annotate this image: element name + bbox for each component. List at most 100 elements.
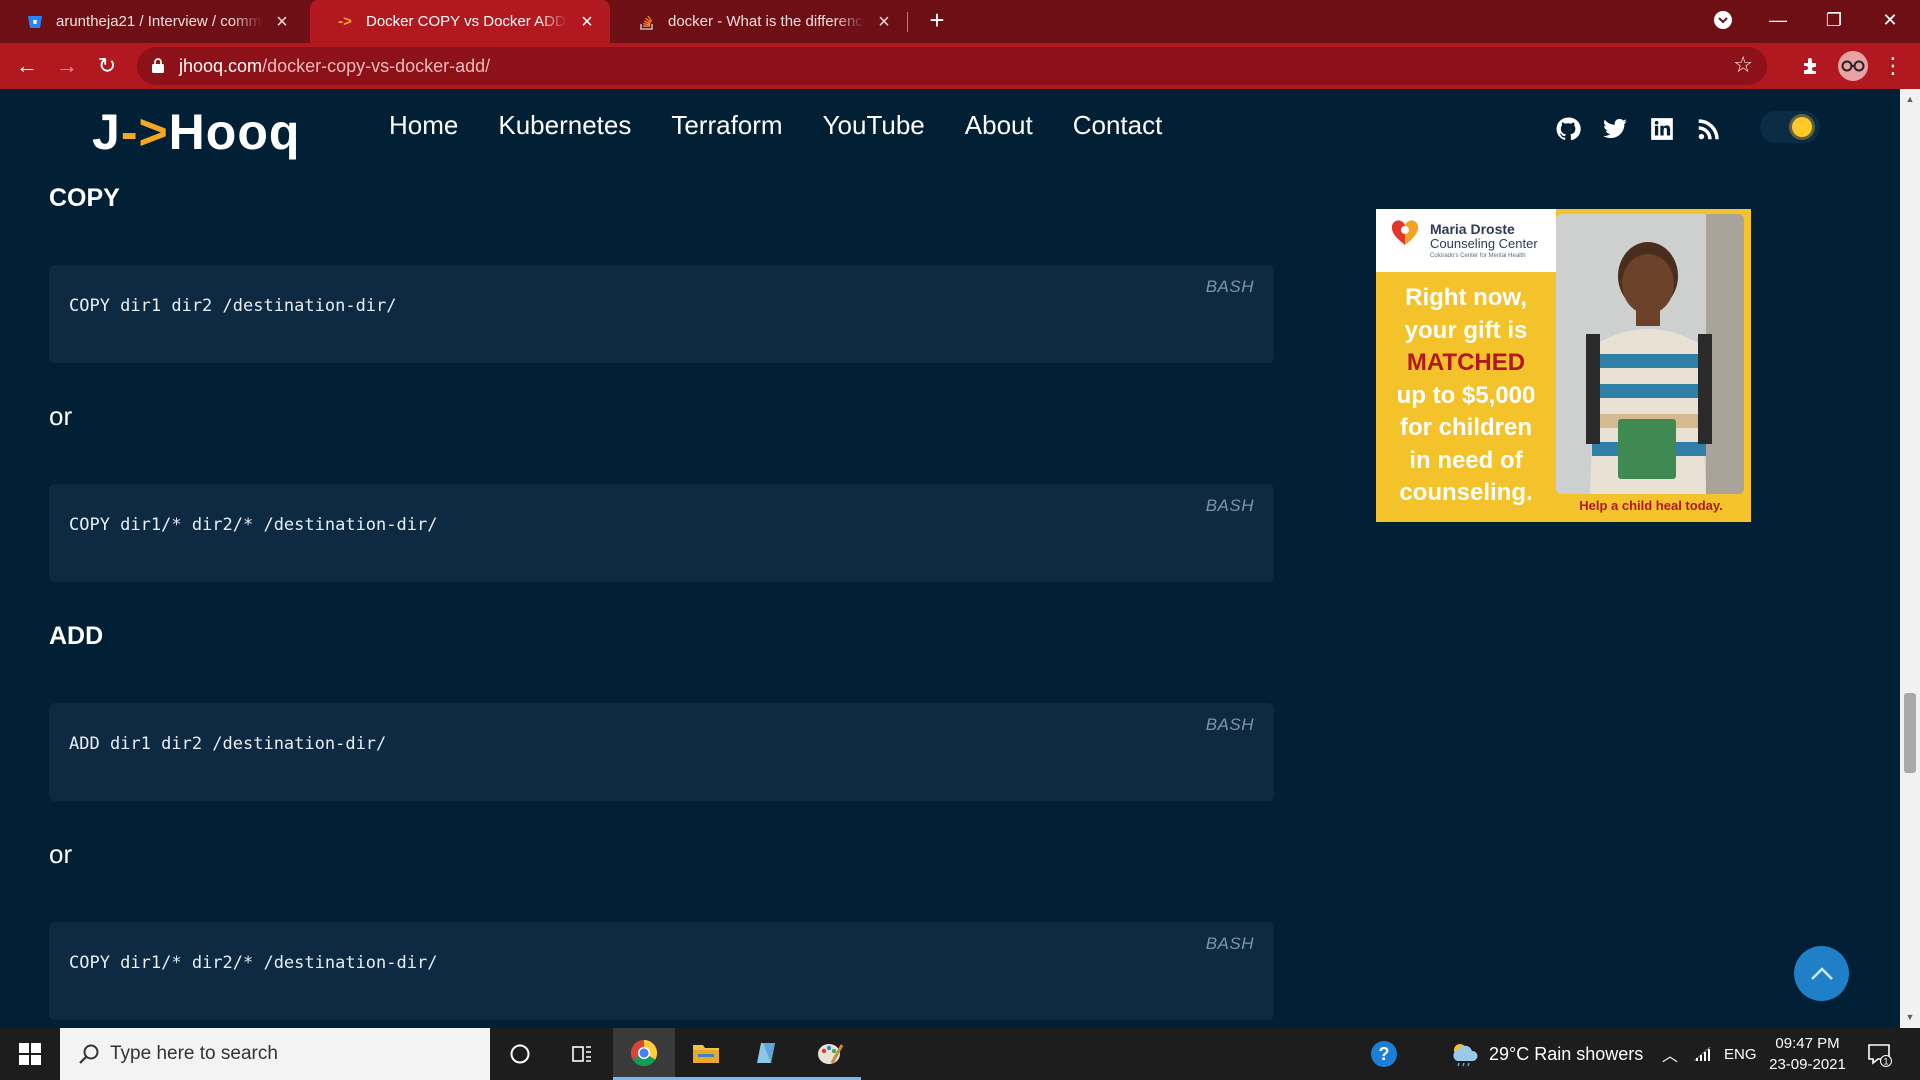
tab-title: Docker COPY vs Docker ADD? | Jh (366, 13, 568, 30)
browser-tab-bitbucket[interactable]: aruntheja21 / Interview / commit × (0, 0, 305, 43)
ad-org-sub: Counseling Center (1430, 236, 1538, 251)
reload-icon[interactable]: ↻ (92, 51, 122, 81)
system-clock[interactable]: 09:47 PM 23-09-2021 (1760, 1033, 1855, 1075)
advertisement-banner[interactable]: Maria Droste Counseling Center Colorado'… (1376, 209, 1751, 522)
code-text: COPY dir1/* dir2/* /destination-dir/ (69, 515, 438, 535)
add-heading: ADD (49, 622, 104, 650)
minimize-button[interactable]: — (1750, 0, 1806, 40)
code-block[interactable]: BASH COPY dir1 dir2 /destination-dir/ (49, 265, 1274, 363)
svg-text:?: ? (1379, 1044, 1390, 1064)
scroll-down-arrow-icon[interactable]: ▼ (1904, 1011, 1916, 1023)
new-tab-button[interactable]: + (922, 6, 952, 36)
windows-taskbar: Type here to search ? 29°C Rain showers … (0, 1028, 1920, 1080)
notepad-app-icon[interactable] (737, 1028, 799, 1080)
code-language-label: BASH (1205, 496, 1254, 515)
logo-arrow: -> (120, 104, 169, 160)
vertical-scrollbar[interactable]: ▲ ▼ (1900, 89, 1920, 1028)
or-text: or (49, 839, 73, 869)
bitbucket-icon (26, 13, 44, 31)
main-nav: Home Kubernetes Terraform YouTube About … (389, 110, 1202, 141)
paint-app-icon[interactable] (799, 1028, 861, 1080)
ad-tagline: Help a child heal today. (1579, 498, 1723, 513)
ad-pitch: Right now, your gift is MATCHED up to $5… (1376, 272, 1556, 510)
clock-time: 09:47 PM (1775, 1035, 1840, 1052)
ad-pitch-line: for children (1399, 414, 1532, 441)
extensions-puzzle-icon[interactable] (1796, 51, 1826, 81)
code-language-label: BASH (1205, 277, 1254, 296)
clock-date: 23-09-2021 (1769, 1056, 1846, 1073)
back-to-top-button[interactable] (1794, 946, 1849, 1001)
ad-pitch-matched: MATCHED (1406, 349, 1526, 376)
linkedin-icon[interactable] (1647, 114, 1677, 144)
taskbar-search-box[interactable]: Type here to search (60, 1028, 490, 1080)
search-placeholder: Type here to search (110, 1043, 278, 1064)
nav-terraform[interactable]: Terraform (671, 110, 782, 141)
tab-search-button[interactable] (1695, 0, 1751, 40)
close-tab-icon[interactable]: × (273, 12, 291, 32)
ad-pitch-line: Right now, (1405, 284, 1527, 311)
forward-icon[interactable]: → (52, 51, 82, 81)
ad-org-tag: Colorado's Center for Mental Health (1430, 253, 1526, 259)
code-block[interactable]: BASH ADD dir1 dir2 /destination-dir/ (49, 703, 1274, 801)
start-button[interactable] (0, 1028, 60, 1080)
ad-pitch-line: up to $5,000 (1396, 381, 1536, 409)
task-view-icon[interactable] (551, 1028, 613, 1080)
browser-tab-jhooq[interactable]: -> Docker COPY vs Docker ADD? | Jh × (310, 0, 610, 43)
code-block[interactable]: BASH COPY dir1/* dir2/* /destination-dir… (49, 922, 1274, 1020)
url-path: /docker-copy-vs-docker-add/ (262, 56, 491, 76)
weather-widget[interactable]: 29°C Rain showers (1449, 1028, 1643, 1080)
file-explorer-icon[interactable] (675, 1028, 737, 1080)
restore-button[interactable]: ❐ (1806, 0, 1862, 40)
close-tab-icon[interactable]: × (578, 12, 596, 32)
scroll-up-arrow-icon[interactable]: ▲ (1904, 93, 1916, 105)
nav-about[interactable]: About (965, 110, 1033, 141)
code-text: COPY dir1 dir2 /destination-dir/ (69, 296, 397, 316)
lock-icon (152, 58, 164, 73)
nav-kubernetes[interactable]: Kubernetes (498, 110, 631, 141)
sun-icon (1792, 117, 1812, 137)
ad-org-name: Maria Droste (1430, 221, 1515, 237)
code-text: COPY dir1/* dir2/* /destination-dir/ (69, 953, 438, 973)
theme-toggle[interactable] (1760, 111, 1820, 143)
code-language-label: BASH (1205, 934, 1254, 953)
language-indicator[interactable]: ENG (1724, 1028, 1757, 1080)
twitter-icon[interactable] (1600, 114, 1630, 144)
site-logo[interactable]: J->Hooq (92, 103, 300, 161)
windows-logo-icon (19, 1043, 41, 1065)
nav-youtube[interactable]: YouTube (823, 110, 925, 141)
heart-logo-icon (1391, 220, 1419, 245)
notifications-icon[interactable]: 1 (1866, 1028, 1892, 1080)
code-block[interactable]: BASH COPY dir1/* dir2/* /destination-dir… (49, 484, 1274, 582)
ad-pitch-line: counseling. (1399, 479, 1533, 506)
search-icon (79, 1044, 99, 1064)
chrome-menu-icon[interactable]: ⋮ (1878, 51, 1908, 81)
notification-count: 1 (1883, 1057, 1888, 1067)
tab-separator (907, 12, 908, 32)
close-window-button[interactable]: ✕ (1862, 0, 1918, 40)
weather-rain-icon (1453, 1044, 1478, 1067)
ad-logo-area: Maria Droste Counseling Center Colorado'… (1376, 209, 1556, 272)
nav-home[interactable]: Home (389, 110, 458, 141)
chrome-taskbar-icon[interactable] (613, 1028, 675, 1080)
browser-tab-stackoverflow[interactable]: docker - What is the difference b × (612, 0, 907, 43)
back-icon[interactable]: ← (12, 51, 42, 81)
github-icon[interactable] (1553, 114, 1583, 144)
network-icon[interactable] (1692, 1028, 1712, 1080)
show-hidden-icons-chevron-icon[interactable]: ︿ (1662, 1028, 1678, 1080)
profile-avatar[interactable] (1838, 51, 1868, 81)
help-icon[interactable]: ? (1370, 1028, 1398, 1080)
cortana-icon[interactable] (489, 1028, 551, 1080)
weather-text: 29°C Rain showers (1489, 1043, 1644, 1064)
code-text: ADD dir1 dir2 /destination-dir/ (69, 734, 387, 754)
copy-heading: COPY (49, 184, 120, 212)
address-bar[interactable]: jhooq.com/docker-copy-vs-docker-add/ ☆ (137, 47, 1767, 85)
bookmark-star-icon[interactable]: ☆ (1733, 52, 1753, 78)
chevron-up-icon (1810, 966, 1833, 980)
scrollbar-thumb[interactable] (1904, 693, 1916, 773)
close-tab-icon[interactable]: × (875, 12, 893, 32)
url-host: jhooq.com (179, 56, 263, 76)
jhooq-arrow-icon: -> (338, 13, 352, 30)
tab-title: aruntheja21 / Interview / commit (56, 13, 263, 30)
nav-contact[interactable]: Contact (1073, 110, 1163, 141)
rss-icon[interactable] (1694, 114, 1724, 144)
